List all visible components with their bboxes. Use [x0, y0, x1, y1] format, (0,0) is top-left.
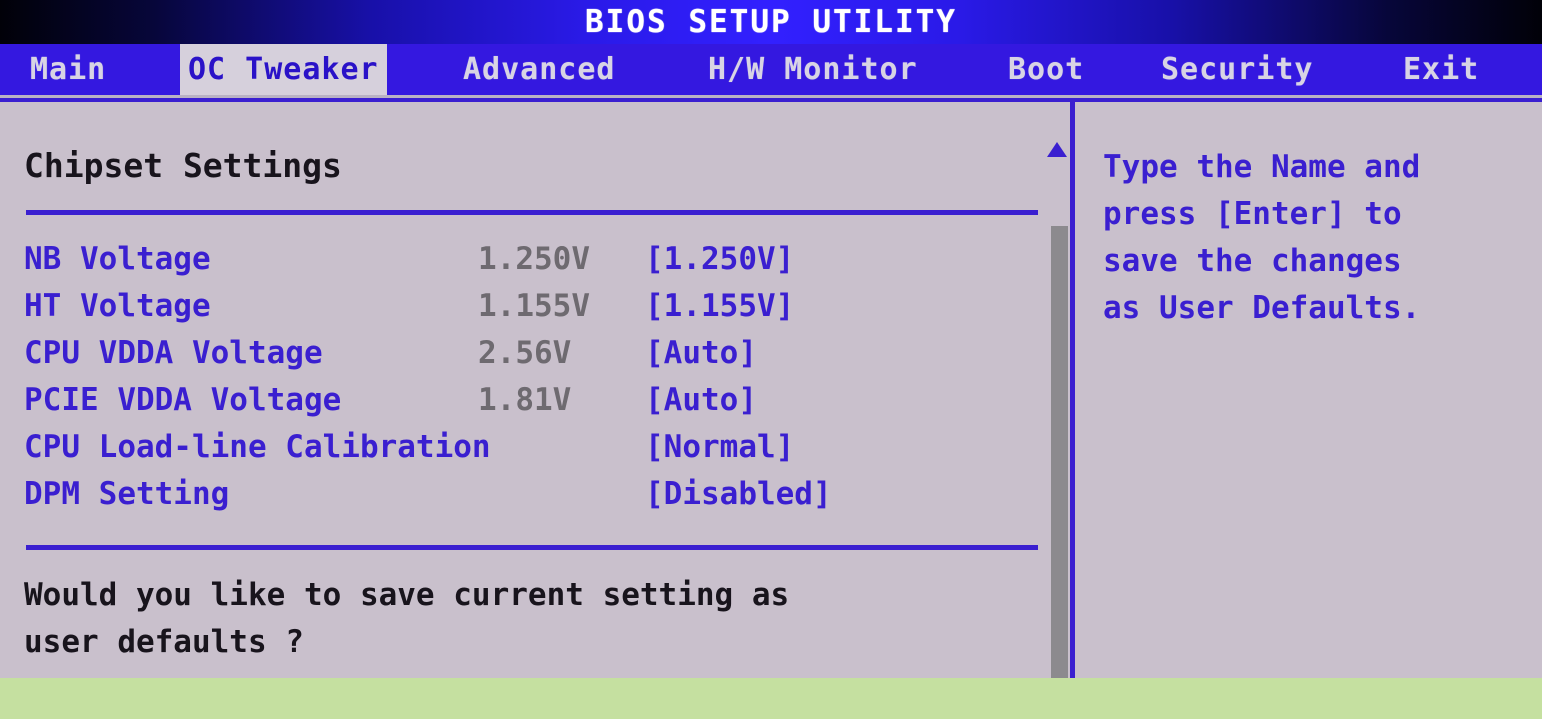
setting-label: HT Voltage — [24, 283, 211, 330]
setting-row[interactable]: CPU VDDA Voltage 2.56V [Auto] — [0, 330, 1045, 377]
setting-selected-value[interactable]: [Auto] — [645, 330, 757, 377]
setting-row[interactable]: PCIE VDDA Voltage 1.81V [Auto] — [0, 377, 1045, 424]
setting-label: PCIE VDDA Voltage — [24, 377, 341, 424]
prompt-line: user defaults ? — [24, 619, 1024, 666]
setting-row[interactable]: NB Voltage 1.250V [1.250V] — [0, 236, 1045, 283]
scrollbar-track[interactable] — [1048, 164, 1065, 678]
help-line: Type the Name and — [1103, 144, 1523, 191]
setting-selected-value[interactable]: [Disabled] — [645, 471, 832, 518]
tab-advanced[interactable]: Advanced — [455, 44, 624, 95]
tab-main[interactable]: Main — [22, 44, 114, 95]
help-line: as User Defaults. — [1103, 285, 1523, 332]
setting-label: CPU VDDA Voltage — [24, 330, 323, 377]
menu-bar: Main OC Tweaker Advanced H/W Monitor Boot Sec… — [0, 44, 1542, 98]
settings-list: NB Voltage 1.250V [1.250V] HT Voltage 1.155V… — [0, 236, 1045, 518]
setting-label: NB Voltage — [24, 236, 211, 283]
help-text: Type the Name andpress [Enter] tosave th… — [1103, 144, 1523, 332]
setting-current-value: 1.81V — [478, 377, 571, 424]
setting-selected-value[interactable]: [1.250V] — [645, 236, 794, 283]
prompt-line: Would you like to save current setting a… — [24, 572, 1024, 619]
setting-selected-value[interactable]: [Auto] — [645, 377, 757, 424]
tab-boot[interactable]: Boot — [1000, 44, 1092, 95]
tab-security[interactable]: Security — [1153, 44, 1322, 95]
scrollbar[interactable] — [1045, 102, 1068, 678]
save-prompt-text: Would you like to save current setting a… — [24, 572, 1024, 666]
scrollbar-thumb[interactable] — [1051, 226, 1068, 719]
help-pane: Type the Name andpress [Enter] tosave th… — [1075, 102, 1542, 678]
setting-row[interactable]: HT Voltage 1.155V [1.155V] — [0, 283, 1045, 330]
bottom-band — [0, 678, 1542, 719]
divider-top — [26, 210, 1038, 215]
section-title: Chipset Settings — [24, 146, 342, 185]
settings-pane: Chipset Settings NB Voltage 1.250V [1.250V… — [0, 102, 1045, 678]
setting-selected-value[interactable]: [Normal] — [645, 424, 794, 471]
bios-setup-screen: BIOS SETUP UTILITY Main OC Tweaker Advance… — [0, 0, 1542, 719]
help-line: save the changes — [1103, 238, 1523, 285]
tab-oc-tweaker[interactable]: OC Tweaker — [180, 44, 387, 95]
setting-row[interactable]: DPM Setting [Disabled] — [0, 471, 1045, 518]
setting-current-value: 1.155V — [478, 283, 590, 330]
setting-selected-value[interactable]: [1.155V] — [645, 283, 794, 330]
setting-row[interactable]: CPU Load-line Calibration [Normal] — [0, 424, 1045, 471]
title-bar: BIOS SETUP UTILITY — [0, 0, 1542, 44]
setting-label: DPM Setting — [24, 471, 229, 518]
tab-h-w-monitor[interactable]: H/W Monitor — [700, 44, 926, 95]
setting-label: CPU Load-line Calibration — [24, 424, 491, 471]
menu-tabs: Main OC Tweaker Advanced H/W Monitor Boot Sec… — [0, 44, 1542, 95]
setting-current-value: 2.56V — [478, 330, 571, 377]
page-title: BIOS SETUP UTILITY — [0, 2, 1542, 42]
help-line: press [Enter] to — [1103, 191, 1523, 238]
divider-bottom — [26, 545, 1038, 550]
tab-exit[interactable]: Exit — [1395, 44, 1487, 95]
triangle-up-icon[interactable] — [1047, 142, 1067, 157]
setting-current-value: 1.250V — [478, 236, 590, 283]
content-area: Chipset Settings NB Voltage 1.250V [1.250V… — [0, 98, 1542, 678]
